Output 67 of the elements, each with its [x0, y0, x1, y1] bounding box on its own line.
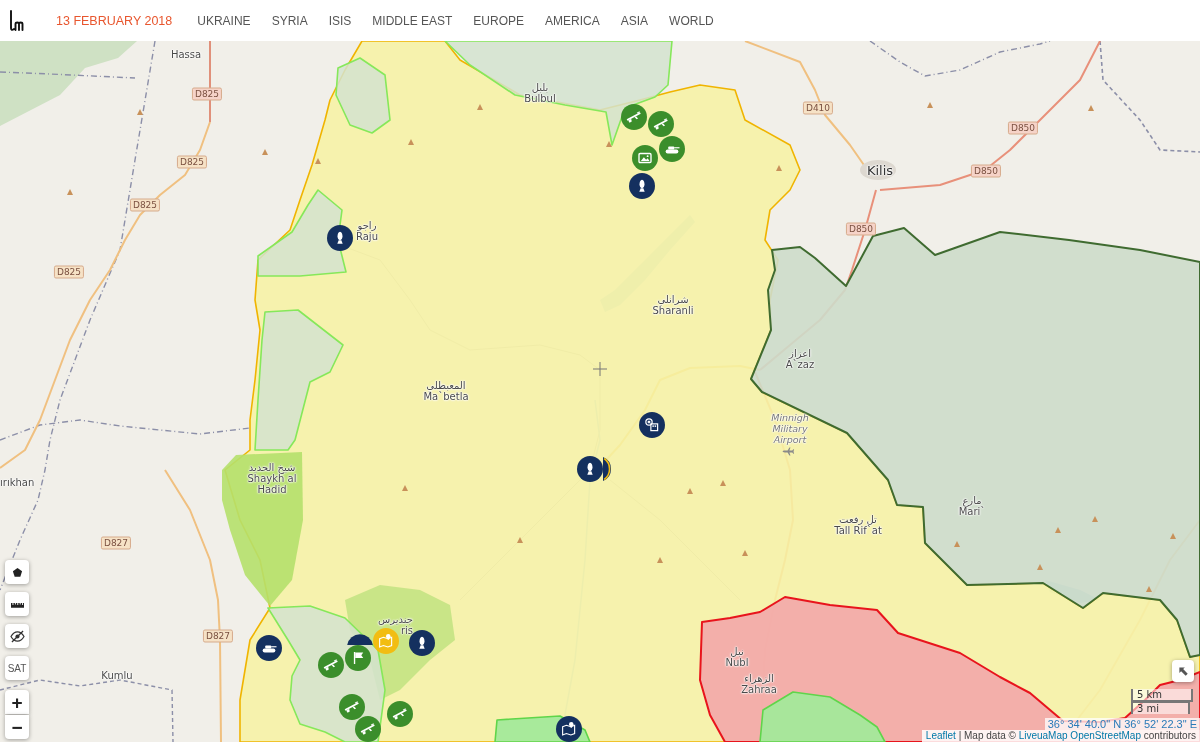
imperial-scale-bar: 3 mi [1131, 701, 1190, 714]
place-name: Zahraa [741, 684, 777, 695]
arabic-place-name: راجو [357, 220, 377, 231]
nav-link[interactable]: UKRAINE [197, 13, 251, 28]
attribution-link[interactable]: Leaflet [925, 730, 956, 741]
road-number-label: D825 [176, 155, 208, 169]
attribution-link[interactable]: OpenStreetMap [1070, 730, 1141, 741]
road-number-label: D827 [202, 629, 234, 643]
arabic-place-name: نبل [730, 646, 744, 657]
hide-button[interactable] [5, 624, 29, 648]
place-name: Nubl [725, 657, 749, 668]
arabic-place-name: جنديرس [378, 614, 413, 625]
place-name: Bulbul [524, 93, 556, 104]
place-name: Hassa [170, 48, 202, 60]
marker-icon[interactable] [347, 634, 373, 645]
arrow-icon [1177, 665, 1189, 677]
date-label: 13 FEBRUARY 2018 [56, 13, 173, 28]
arabic-place-name: الزهراء [744, 673, 774, 684]
place-name: Kilis [866, 162, 894, 178]
place-name: Tall Rif`at [834, 525, 882, 536]
arabic-place-name: مارع [962, 495, 982, 506]
nav-link[interactable]: MIDDLE EAST [372, 13, 453, 28]
nav-link[interactable]: EUROPE [473, 13, 525, 28]
coordinates-label: 36° 34' 40.0" N 36° 52' 22.3" E [1044, 718, 1200, 730]
arabic-place-name: اعزاز [789, 348, 811, 359]
arabic-place-name: تل رفعت [839, 514, 877, 525]
measure-button[interactable] [5, 592, 29, 616]
arabic-place-name: بلبل [531, 82, 549, 93]
attribution-link[interactable]: LiveuaMap [1018, 730, 1068, 741]
place-name: ırıkhan [0, 476, 35, 488]
draw-polygon-button[interactable] [5, 560, 29, 584]
road-number-label: D825 [53, 265, 85, 279]
place-name: Minnigh Military Airport [770, 411, 810, 445]
zoom-in-button[interactable]: + [5, 690, 29, 714]
eye-slash-icon [9, 629, 25, 643]
road-number-label: D827 [100, 536, 132, 550]
place-name: ris [400, 625, 413, 636]
road-number-label: D850 [1007, 121, 1039, 135]
place-name: Ma`betla [423, 391, 469, 402]
place-name: Sharanli [652, 305, 694, 316]
plane-icon [782, 447, 795, 456]
road-number-label: D850 [845, 222, 877, 236]
nav-link[interactable]: WORLD [669, 13, 714, 28]
place-name: A`zaz [785, 359, 815, 370]
place-name: Shaykh al Hadid [246, 472, 298, 495]
arabic-place-name: المعبطلي [426, 380, 466, 391]
nav-link[interactable]: AMERICA [545, 13, 600, 28]
road-number-label: D410 [802, 101, 834, 115]
metric-scale-bar: 5 km [1131, 689, 1193, 702]
place-name: Kumlu [101, 669, 133, 681]
ruler-icon [10, 600, 24, 608]
crescent-icon[interactable] [603, 456, 613, 482]
nav-link[interactable]: ASIA [620, 13, 649, 28]
zoom-out-button[interactable]: − [5, 715, 29, 739]
nav-link[interactable]: SYRIA [271, 13, 308, 28]
attribution-text: Leaflet | Map data © LiveuaMap OpenStreetMap contributors [921, 730, 1200, 742]
arabic-place-name: شرانلي [657, 294, 689, 305]
nav-link[interactable]: ISIS [328, 13, 352, 28]
road-number-label: D825 [191, 87, 223, 101]
arabic-place-name: شيخ الحديد [248, 461, 296, 473]
road-number-label: D825 [129, 198, 161, 212]
pentagon-icon [11, 566, 23, 578]
place-name: Mari` [958, 506, 986, 517]
place-name: Raju [356, 231, 378, 242]
toggle-button[interactable] [1172, 660, 1194, 682]
satellite-button[interactable]: SAT [5, 656, 29, 680]
road-number-label: D850 [970, 164, 1002, 178]
